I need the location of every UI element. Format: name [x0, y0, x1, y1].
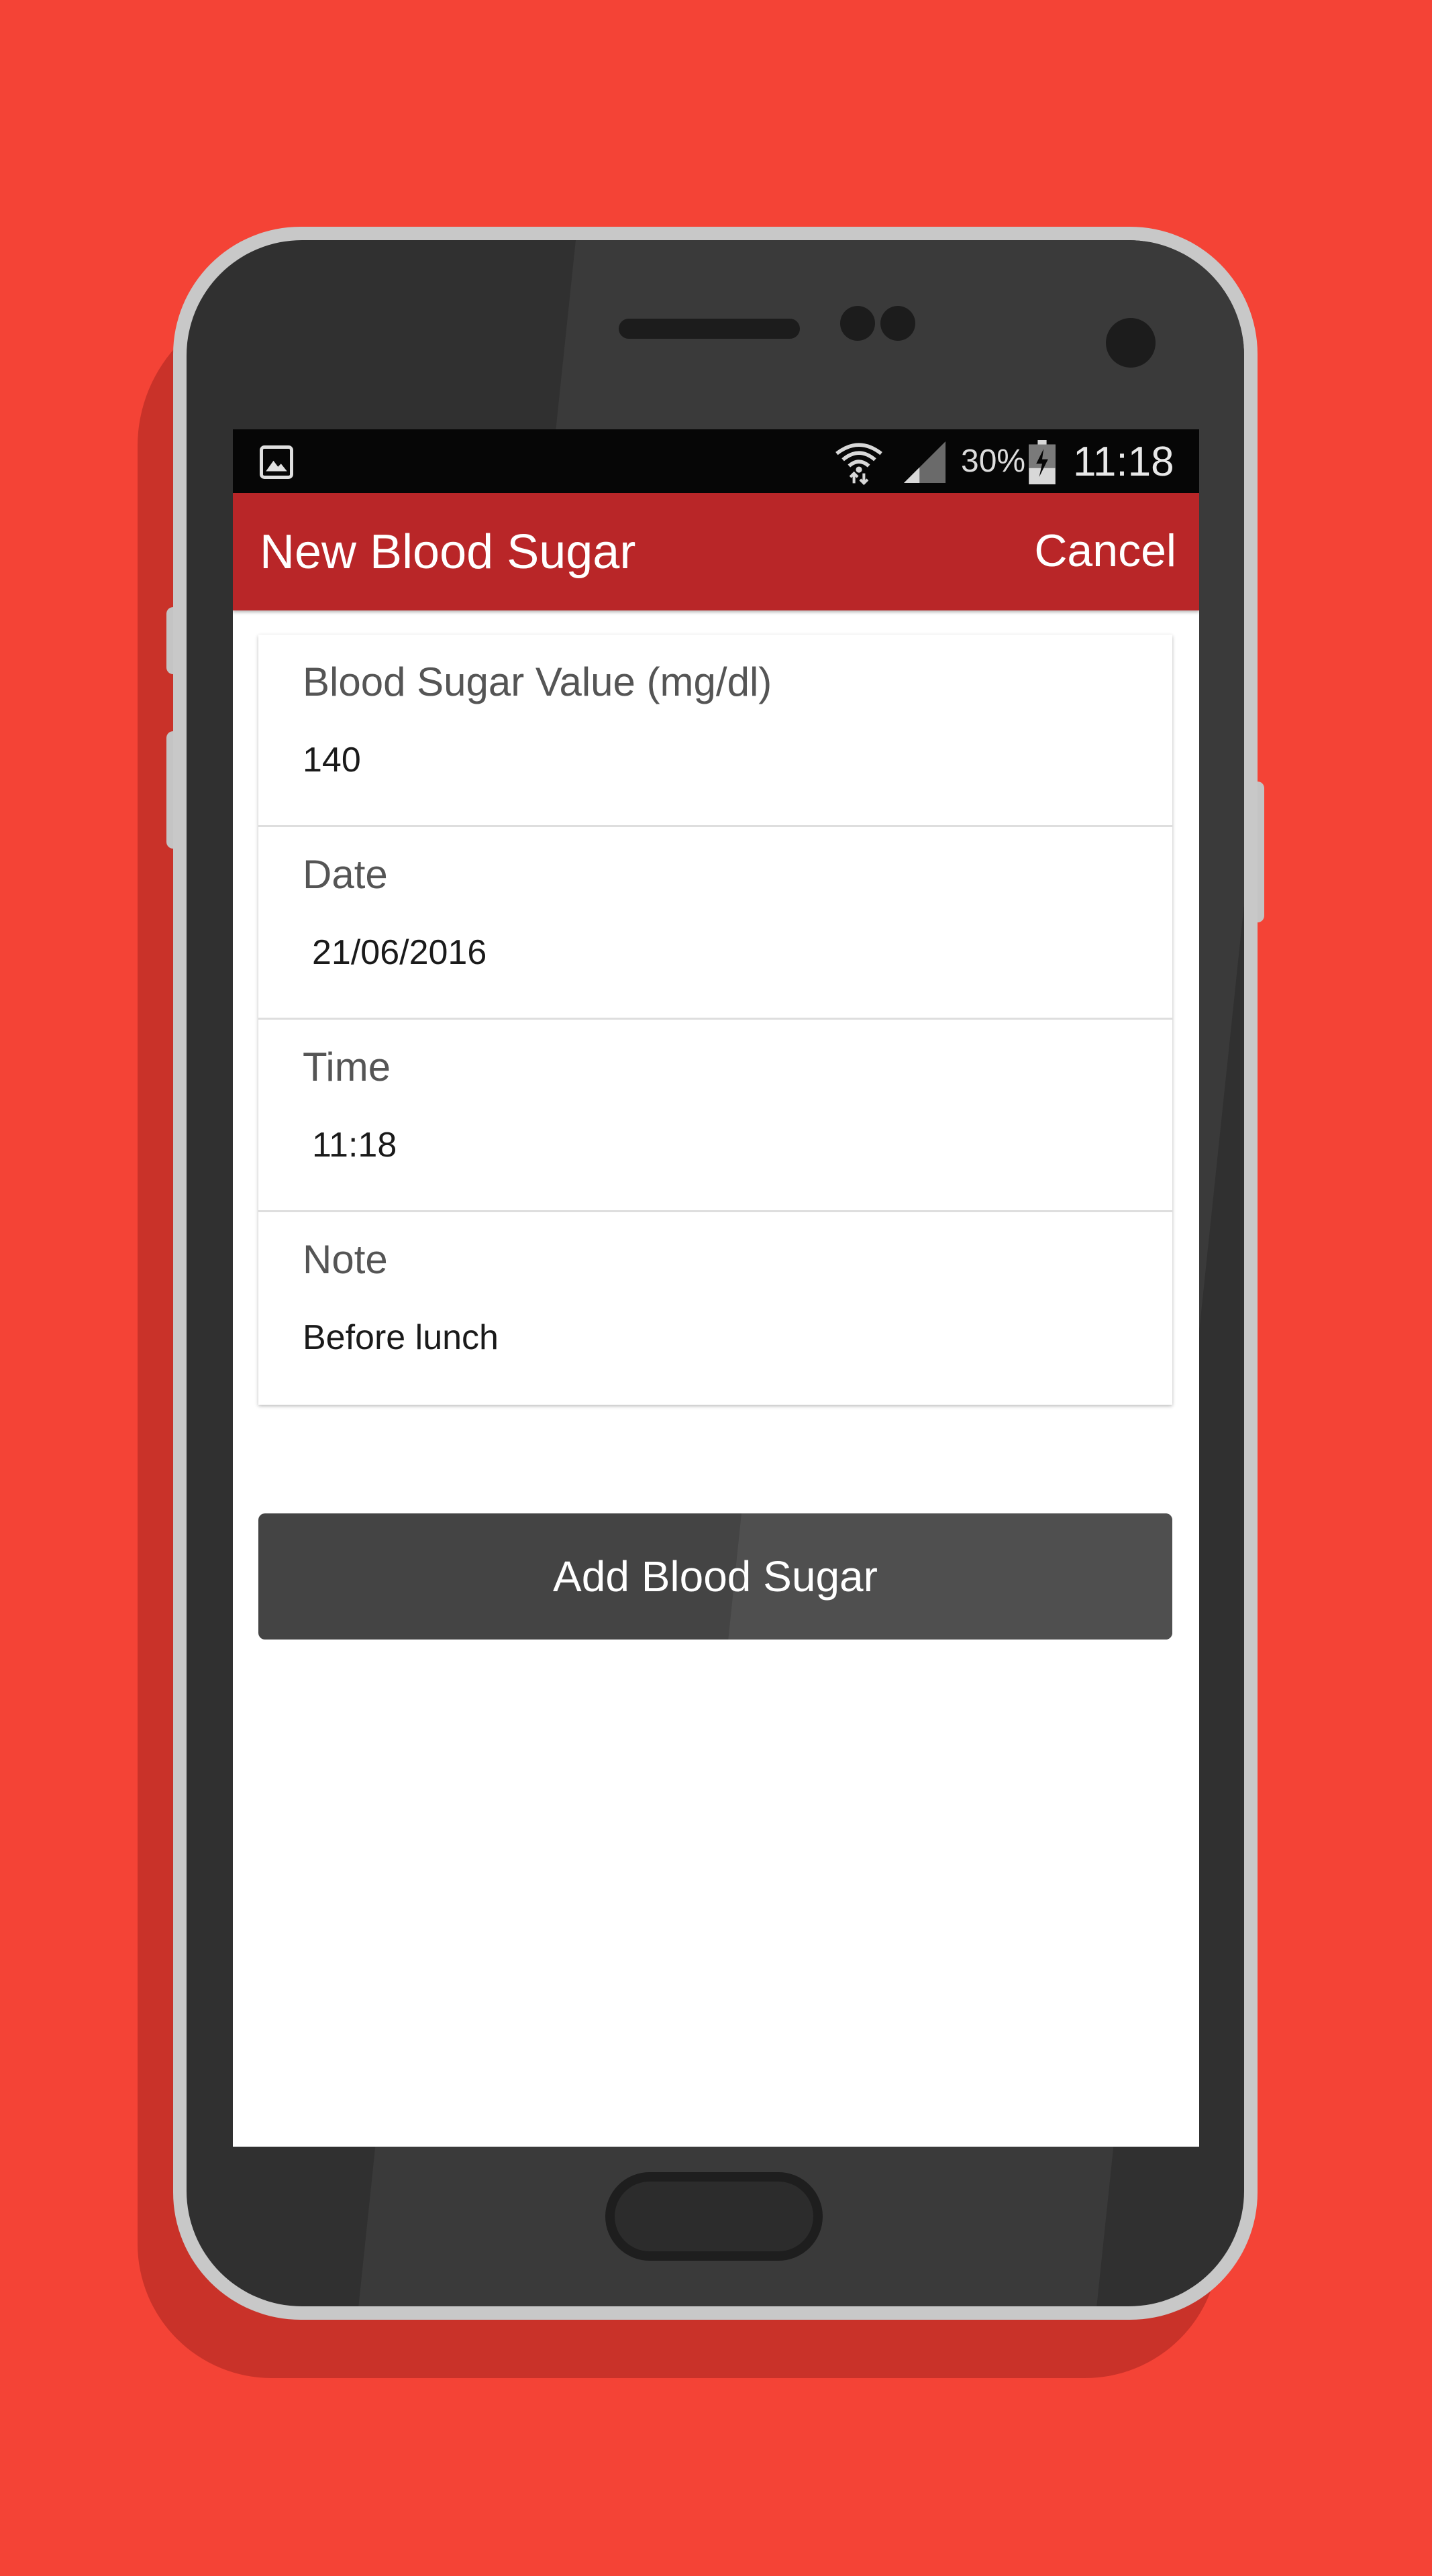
signal-icon — [903, 441, 946, 484]
field-label: Blood Sugar Value (mg/dl) — [303, 659, 772, 704]
field-label: Note — [303, 1237, 388, 1282]
add-button-label: Add Blood Sugar — [553, 1552, 878, 1601]
app-bar: New Blood Sugar Cancel — [233, 493, 1199, 610]
date-field[interactable]: Date 21/06/2016 — [258, 827, 1172, 1020]
proximity-sensor — [840, 306, 875, 341]
phone-screen: 30% 11:18 New Blood Sugar Cancel Blood S… — [233, 429, 1199, 2147]
wifi-icon — [835, 443, 882, 486]
note-input[interactable]: Before lunch — [303, 1317, 499, 1358]
field-label: Date — [303, 852, 388, 897]
status-time: 11:18 — [1073, 439, 1174, 485]
field-label: Time — [303, 1044, 391, 1089]
add-blood-sugar-button[interactable]: Add Blood Sugar — [258, 1513, 1172, 1640]
note-field[interactable]: Note Before lunch — [258, 1212, 1172, 1405]
time-input[interactable]: 11:18 — [312, 1124, 397, 1166]
form-card: Blood Sugar Value (mg/dl) 140 Date 21/06… — [258, 635, 1172, 1405]
front-camera — [1106, 318, 1156, 368]
cancel-button[interactable]: Cancel — [1034, 524, 1176, 578]
image-icon — [260, 445, 293, 479]
battery-charging-icon — [1029, 440, 1056, 484]
date-input[interactable]: 21/06/2016 — [312, 932, 487, 973]
earpiece-speaker — [619, 319, 800, 339]
light-sensor — [880, 306, 915, 341]
home-button[interactable] — [605, 2172, 823, 2261]
blood-sugar-value-field[interactable]: Blood Sugar Value (mg/dl) 140 — [258, 635, 1172, 827]
blood-sugar-value-input[interactable]: 140 — [303, 739, 361, 781]
battery-percent: 30% — [961, 443, 1026, 479]
page-title: New Blood Sugar — [260, 525, 636, 579]
time-field[interactable]: Time 11:18 — [258, 1020, 1172, 1212]
status-bar: 30% 11:18 — [233, 429, 1199, 493]
